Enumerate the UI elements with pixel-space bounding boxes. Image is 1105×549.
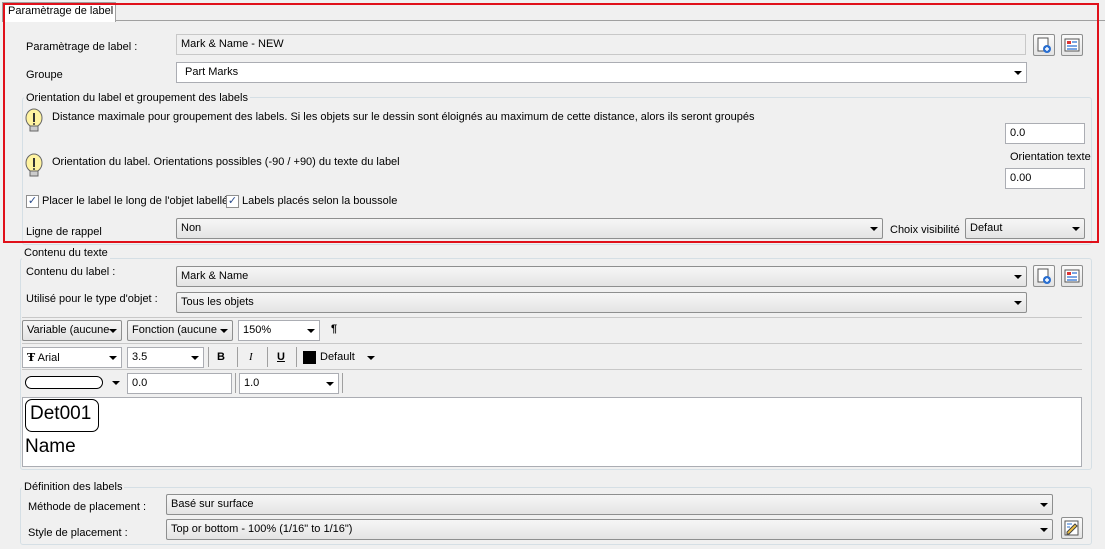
group-select[interactable]: Part Marks — [176, 62, 1027, 83]
distance-field[interactable]: 0.0 — [1005, 123, 1085, 144]
label-setting-label: Paramètrage de label : — [26, 41, 138, 53]
style-select[interactable]: Top or bottom - 100% (1/16" to 1/16") — [166, 519, 1053, 540]
function-value: Fonction (aucune — [132, 324, 217, 336]
add-document-icon — [1037, 268, 1051, 284]
object-type-label: Utilisé pour le type d'objet : — [26, 293, 158, 305]
toolbar-divider — [22, 317, 1082, 318]
separator — [237, 347, 238, 367]
scale-select[interactable]: 1.0 — [239, 373, 339, 394]
label-setting-field[interactable]: Mark & Name - NEW — [176, 34, 1026, 55]
separator — [296, 347, 297, 367]
visibility-select[interactable]: Defaut — [965, 218, 1085, 239]
chevron-down-icon — [191, 356, 199, 360]
along-object-label: Placer le label le long de l'objet label… — [42, 195, 229, 207]
list-edit-button[interactable] — [1061, 34, 1083, 56]
group-label: Groupe — [26, 69, 63, 81]
separator — [342, 373, 343, 393]
leader-select-value: Non — [181, 222, 202, 234]
toolbar-divider — [22, 343, 1082, 344]
object-type-value: Tous les objets — [181, 296, 254, 308]
offset-field[interactable]: 0.0 — [127, 373, 232, 394]
orientation-field[interactable]: 0.00 — [1005, 168, 1085, 189]
distance-text: Distance maximale pour groupement des la… — [52, 111, 755, 123]
zoom-value: 150% — [243, 324, 272, 336]
font-select[interactable]: Ŧ Arial — [22, 347, 122, 368]
lightbulb-icon — [25, 108, 43, 132]
chevron-down-icon — [870, 227, 878, 231]
label-preview[interactable]: Det001 Name — [22, 397, 1082, 467]
separator — [267, 347, 268, 367]
orientation-group-title: Orientation du label et groupement des l… — [24, 92, 250, 104]
size-select[interactable]: 3.5 — [127, 347, 204, 368]
leader-select[interactable]: Non — [176, 218, 883, 239]
chevron-down-icon — [307, 329, 315, 333]
bold-button[interactable]: B — [217, 351, 225, 363]
add-document-button[interactable] — [1033, 34, 1055, 56]
method-value: Basé sur surface — [171, 498, 254, 510]
method-label: Méthode de placement : — [28, 501, 147, 513]
lightbulb-icon — [25, 153, 43, 177]
tab-divider — [116, 20, 1105, 21]
compass-label: Labels placés selon la boussole — [242, 195, 398, 207]
tab-label-settings[interactable]: Paramètrage de label — [2, 2, 116, 22]
label-content-label: Contenu du label : — [26, 266, 116, 278]
group-select-value: Part Marks — [185, 66, 239, 78]
color-select[interactable]: Default — [301, 349, 381, 367]
text-content-title: Contenu du texte — [22, 247, 110, 259]
along-object-checkbox[interactable]: ✓ — [26, 195, 39, 208]
preview-line-mark: Det001 — [25, 399, 99, 432]
chevron-down-icon — [1014, 71, 1022, 75]
object-type-select[interactable]: Tous les objets — [176, 292, 1027, 313]
style-value: Top or bottom - 100% (1/16" to 1/16") — [171, 523, 353, 535]
separator — [208, 347, 209, 367]
chevron-down-icon — [220, 329, 228, 333]
edit-style-icon — [1064, 520, 1079, 536]
add-content-button[interactable] — [1033, 265, 1055, 287]
edit-content-list-button[interactable] — [1061, 265, 1083, 287]
font-value: Arial — [37, 352, 60, 364]
function-select[interactable]: Fonction (aucune — [127, 320, 233, 341]
leader-label: Ligne de rappel — [26, 226, 102, 238]
list-edit-icon — [1064, 38, 1080, 52]
variable-select[interactable]: Variable (aucune — [22, 320, 122, 341]
chevron-down-icon — [1014, 275, 1022, 279]
frame-shape-select[interactable] — [22, 373, 122, 393]
orientation-caption: Orientation texte — [1010, 151, 1091, 163]
visibility-label: Choix visibilité — [890, 224, 960, 236]
separator — [235, 373, 236, 393]
orientation-text: Orientation du label. Orientations possi… — [52, 156, 400, 168]
chevron-down-icon — [1072, 227, 1080, 231]
label-content-value: Mark & Name — [181, 270, 249, 282]
zoom-select[interactable]: 150% — [238, 320, 320, 341]
chevron-down-icon — [367, 356, 375, 360]
font-glyph-icon: Ŧ — [27, 351, 36, 364]
italic-button[interactable]: I — [249, 351, 253, 363]
toolbar-divider — [22, 369, 1082, 370]
chevron-down-icon — [1040, 528, 1048, 532]
size-value: 3.5 — [132, 351, 148, 363]
label-definition-title: Définition des labels — [22, 481, 125, 493]
visibility-select-value: Defaut — [970, 222, 1003, 234]
chevron-down-icon — [1040, 503, 1048, 507]
method-select[interactable]: Basé sur surface — [166, 494, 1053, 515]
pilcrow-button[interactable]: ¶ — [331, 323, 337, 335]
chevron-down-icon — [1014, 301, 1022, 305]
variable-value: Variable (aucune — [27, 324, 110, 336]
edit-style-button[interactable] — [1061, 517, 1083, 539]
label-content-select[interactable]: Mark & Name — [176, 266, 1027, 287]
chevron-down-icon — [109, 329, 117, 333]
preview-line-name: Name — [25, 436, 76, 457]
rounded-frame-icon — [25, 376, 103, 389]
chevron-down-icon — [109, 356, 117, 360]
list-edit-icon — [1064, 269, 1080, 283]
compass-checkbox[interactable]: ✓ — [226, 195, 239, 208]
chevron-down-icon — [112, 381, 120, 385]
underline-button[interactable]: U — [277, 351, 285, 363]
chevron-down-icon — [326, 382, 334, 386]
style-label: Style de placement : — [28, 527, 128, 539]
add-document-icon — [1037, 37, 1051, 53]
scale-value: 1.0 — [244, 377, 260, 389]
color-swatch — [303, 351, 316, 364]
color-value: Default — [320, 351, 355, 363]
